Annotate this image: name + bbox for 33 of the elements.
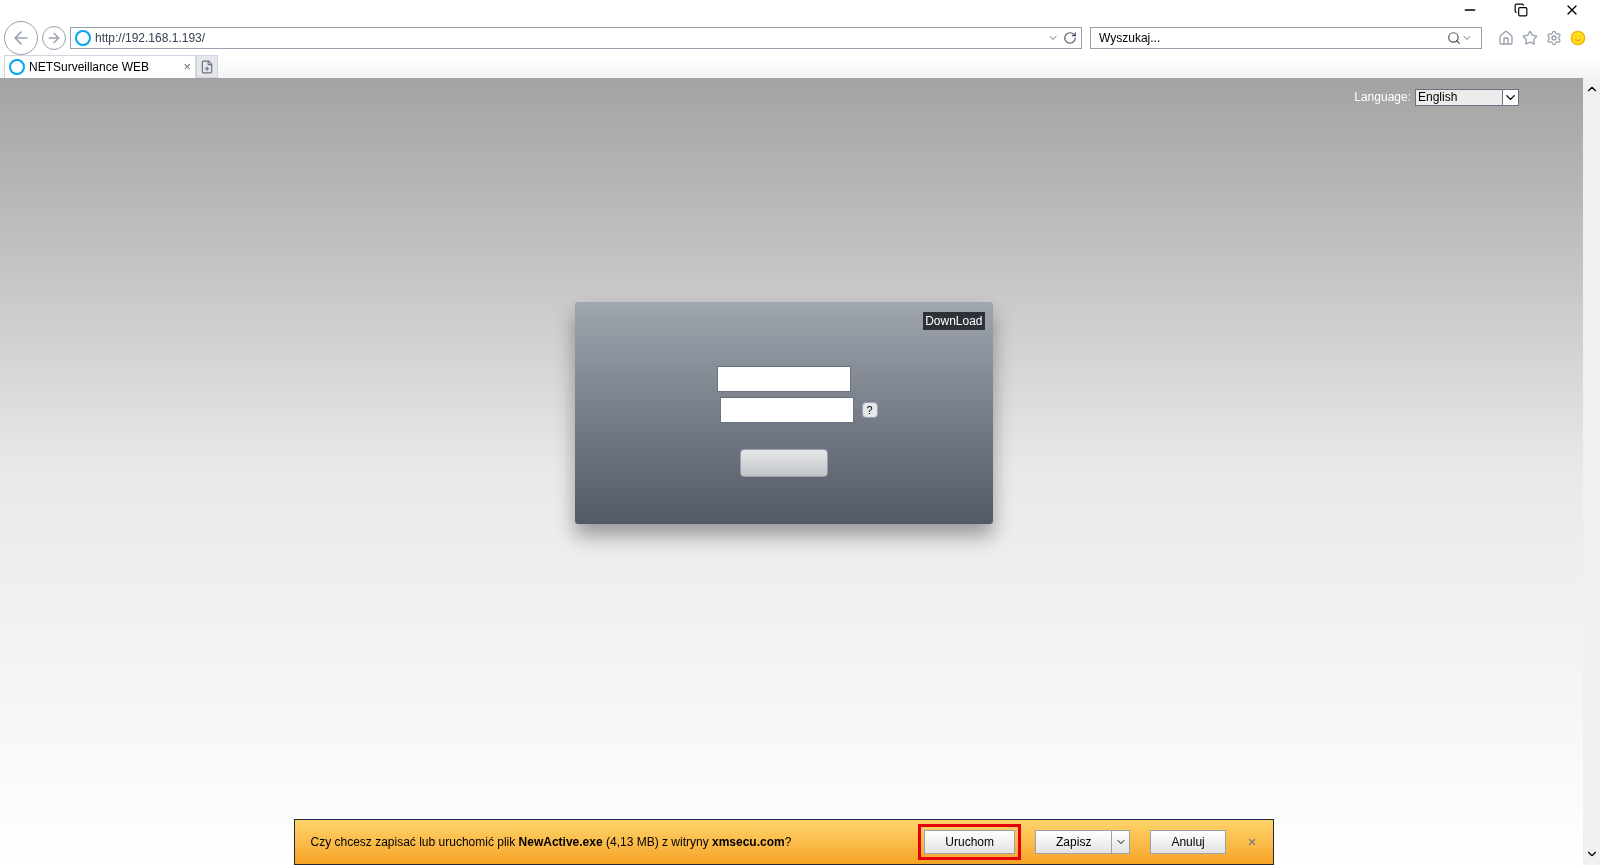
login-button[interactable] [739, 449, 828, 477]
help-button[interactable]: ? [861, 402, 878, 418]
caret-icon [1502, 89, 1518, 105]
new-page-icon [200, 59, 214, 74]
tab-title: NETSurveillance WEB [29, 59, 151, 76]
username-field[interactable] [716, 366, 851, 392]
settings-icon[interactable] [1546, 30, 1562, 46]
dropdown-button[interactable] [1112, 830, 1131, 854]
download-action-button[interactable]: Anuluj [1150, 830, 1226, 854]
tab-close[interactable]: × [183, 57, 191, 77]
language-select[interactable]: English [1415, 88, 1519, 106]
download-message: Czy chcesz zapisać lub uruchomić plik NewActive.exe (4,13 MB) z witryny xmsecu.com? [310, 834, 793, 851]
scrollbar[interactable] [1583, 78, 1600, 865]
search-icon[interactable] [1447, 31, 1461, 45]
password-field[interactable] [719, 397, 854, 423]
url-text: http://192.168.1.193/ [95, 30, 207, 47]
download-action-button[interactable]: Uruchom [924, 830, 1016, 854]
star-icon[interactable] [1522, 30, 1538, 46]
download-button[interactable]: DownLoad [923, 312, 985, 330]
browser-icon [75, 30, 91, 46]
browser-icon [9, 59, 25, 75]
smiley-icon[interactable] [1570, 30, 1586, 46]
refresh-icon[interactable] [1063, 31, 1077, 45]
arrow-right-icon [46, 30, 62, 46]
search-field[interactable]: Wyszukaj... [1090, 27, 1482, 49]
restore-icon[interactable] [1514, 3, 1528, 17]
browser-tab[interactable]: NETSurveillance WEB × [4, 55, 196, 78]
download-action-button[interactable]: Zapisz [1035, 830, 1113, 854]
language-label: Language: [1354, 89, 1411, 106]
new-tab-button[interactable] [196, 55, 218, 78]
home-icon[interactable] [1498, 30, 1514, 46]
search-input[interactable]: Wyszukaj... [1099, 29, 1447, 47]
address-bar[interactable]: http://192.168.1.193/ [70, 27, 1082, 49]
